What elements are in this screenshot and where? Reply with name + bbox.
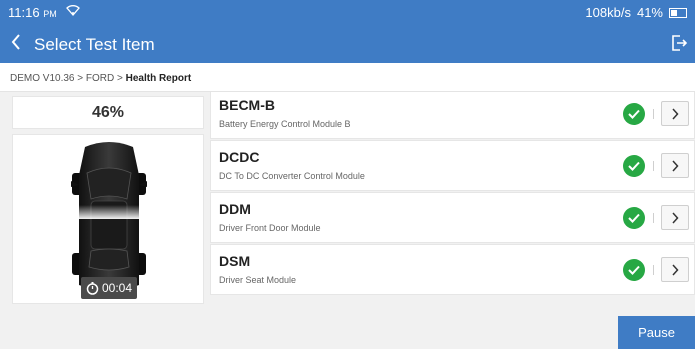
progress-percent: 46% bbox=[12, 96, 204, 129]
detail-button[interactable] bbox=[661, 257, 689, 282]
divider bbox=[653, 161, 654, 171]
back-button[interactable] bbox=[10, 33, 22, 55]
list-item[interactable]: BECM-B Battery Energy Control Module B bbox=[210, 92, 695, 139]
divider bbox=[653, 109, 654, 119]
chevron-left-icon bbox=[11, 34, 20, 50]
elapsed-timer: 00:04 bbox=[81, 277, 137, 299]
detail-button[interactable] bbox=[661, 205, 689, 230]
chevron-right-icon bbox=[672, 263, 679, 276]
scan-line bbox=[13, 205, 203, 219]
module-description: Driver Front Door Module bbox=[219, 223, 321, 233]
exit-button[interactable] bbox=[669, 33, 689, 53]
pause-button[interactable]: Pause bbox=[618, 316, 695, 349]
chevron-right-icon bbox=[672, 211, 679, 224]
stopwatch-icon bbox=[86, 281, 99, 295]
wifi-icon bbox=[66, 4, 80, 19]
network-speed: 108kb/s bbox=[585, 5, 631, 20]
module-name: DSM bbox=[219, 253, 251, 269]
page-title: Select Test Item bbox=[34, 35, 155, 54]
module-description: Driver Seat Module bbox=[219, 275, 297, 285]
scan-status-panel: 46% 00:04 bbox=[12, 96, 204, 304]
title-bar: Select Test Item bbox=[0, 25, 695, 63]
list-item[interactable]: DDM Driver Front Door Module bbox=[210, 192, 695, 243]
module-description: Battery Energy Control Module B bbox=[219, 119, 351, 129]
module-name: BECM-B bbox=[219, 97, 275, 113]
chevron-right-icon bbox=[672, 107, 679, 120]
exit-icon bbox=[672, 35, 688, 51]
module-name: DCDC bbox=[219, 149, 260, 165]
module-name: DDM bbox=[219, 201, 251, 217]
divider bbox=[653, 265, 654, 275]
clock: 11:16 PM bbox=[8, 5, 57, 20]
breadcrumb-path: DEMO V10.36 > FORD > bbox=[10, 73, 126, 84]
list-item[interactable]: DSM Driver Seat Module bbox=[210, 244, 695, 295]
battery-percent: 41% bbox=[636, 5, 663, 20]
module-description: DC To DC Converter Control Module bbox=[219, 171, 365, 181]
check-icon bbox=[623, 103, 645, 125]
check-icon bbox=[623, 259, 645, 281]
chevron-right-icon bbox=[672, 159, 679, 172]
divider bbox=[653, 213, 654, 223]
module-list[interactable]: BECM-B Battery Energy Control Module B DCD… bbox=[210, 92, 695, 307]
check-icon bbox=[623, 155, 645, 177]
breadcrumb: DEMO V10.36 > FORD > Health Report bbox=[0, 63, 695, 92]
check-icon bbox=[623, 207, 645, 229]
battery-icon bbox=[669, 7, 687, 18]
list-item[interactable]: DCDC DC To DC Converter Control Module bbox=[210, 140, 695, 191]
vehicle-preview: 00:04 bbox=[12, 134, 204, 304]
status-bar: 11:16 PM 108kb/s 41% bbox=[0, 0, 695, 25]
detail-button[interactable] bbox=[661, 153, 689, 178]
detail-button[interactable] bbox=[661, 101, 689, 126]
timer-value: 00:04 bbox=[101, 281, 133, 295]
breadcrumb-current: Health Report bbox=[125, 73, 192, 84]
